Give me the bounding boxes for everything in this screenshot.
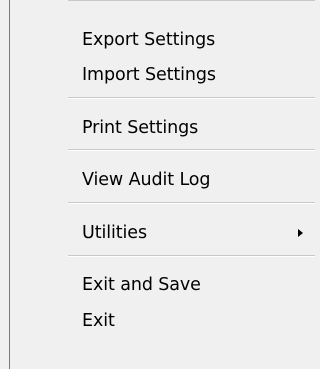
menu-item-label: Exit and Save <box>82 275 201 295</box>
menu-item-import-settings[interactable]: Import Settings <box>68 60 315 90</box>
menu-item-view-audit-log[interactable]: View Audit Log <box>68 165 315 195</box>
menu-item-utilities[interactable]: Utilities <box>68 218 315 248</box>
menu-item-label: Export Settings <box>82 30 216 50</box>
menu-item-export-settings[interactable]: Export Settings <box>68 25 315 55</box>
menu-item-print-settings[interactable]: Print Settings <box>68 113 315 143</box>
menu-item-exit-and-save[interactable]: Exit and Save <box>68 270 315 300</box>
chevron-right-icon <box>298 229 303 237</box>
menu-separator <box>68 97 315 99</box>
menu-separator <box>68 202 315 204</box>
menu-item-label: Exit <box>82 311 115 331</box>
context-menu: Export Settings Import Settings Print Se… <box>0 0 315 369</box>
menu-icon-gutter <box>10 0 68 369</box>
menu-top-separator <box>68 0 315 1</box>
menu-item-label: View Audit Log <box>82 170 211 190</box>
menu-item-label: Print Settings <box>82 118 199 138</box>
menu-item-label: Utilities <box>82 223 147 243</box>
menu-separator <box>68 149 315 151</box>
menu-item-exit[interactable]: Exit <box>68 306 315 336</box>
menu-separator <box>68 255 315 257</box>
menu-item-label: Import Settings <box>82 65 216 85</box>
